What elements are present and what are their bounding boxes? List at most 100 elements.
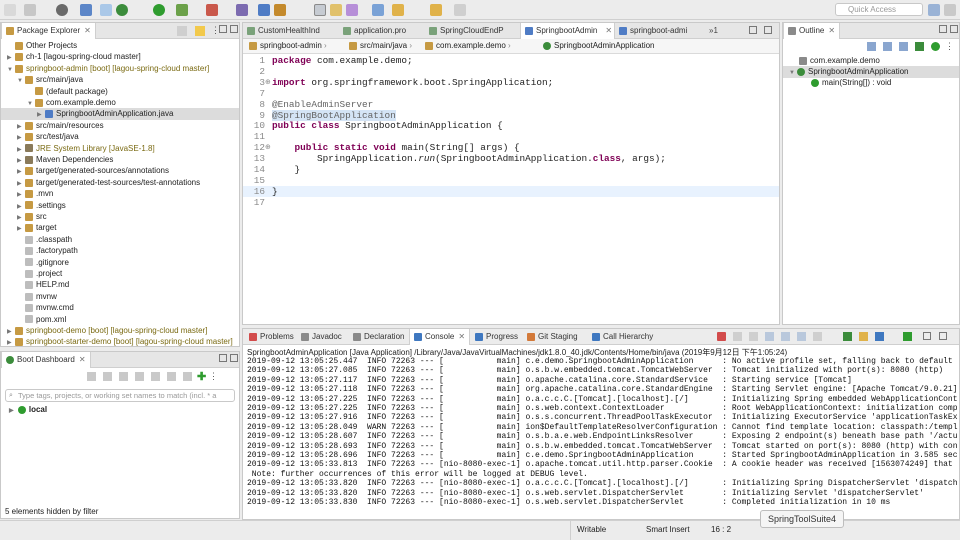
display-console-icon[interactable] bbox=[859, 332, 868, 341]
tree-item[interactable]: ▶ target/generated-test-sources/test-anno… bbox=[1, 177, 239, 189]
local-target[interactable]: ▶ local bbox=[9, 405, 47, 414]
breadcrumb-item[interactable]: SpringbootAdminApplication bbox=[543, 41, 655, 50]
tree-item[interactable]: ▶ src/main/resources bbox=[1, 120, 239, 132]
tree-item[interactable]: ▶ SpringbootAdminApplication.java bbox=[1, 108, 239, 120]
pin-console-icon[interactable] bbox=[843, 332, 852, 341]
code-area[interactable]: 1 package com.example.demo; 2 3 ⊕ import org.… bbox=[243, 54, 779, 324]
terminate-icon[interactable] bbox=[717, 332, 726, 341]
hide-non-public-icon[interactable] bbox=[931, 42, 940, 51]
minimize-icon[interactable] bbox=[219, 25, 227, 33]
close-icon[interactable]: ✕ bbox=[828, 26, 835, 35]
minimize-icon[interactable] bbox=[219, 354, 227, 362]
monitor-icon[interactable] bbox=[80, 4, 92, 16]
clear-console-icon[interactable] bbox=[765, 332, 774, 341]
tree-item[interactable]: HELP.md bbox=[1, 279, 239, 291]
toggle-block-selection-icon[interactable] bbox=[330, 4, 342, 16]
tree-item[interactable]: ▶ JRE System Library [JavaSE-1.8] bbox=[1, 143, 239, 155]
debug-icon[interactable] bbox=[116, 4, 128, 16]
remove-all-terminated-icon[interactable] bbox=[749, 332, 758, 341]
breadcrumb-item[interactable]: com.example.demo › bbox=[425, 41, 511, 50]
tree-item[interactable]: ▼ src/main/java bbox=[1, 74, 239, 86]
tab-package-explorer[interactable]: Package Explorer ✕ bbox=[1, 23, 96, 39]
edit-icon[interactable] bbox=[151, 372, 160, 381]
link-with-editor-icon[interactable] bbox=[195, 26, 205, 36]
tree-item[interactable]: Other Projects bbox=[1, 40, 239, 52]
tree-item[interactable]: pom.xml bbox=[1, 314, 239, 326]
tree-item[interactable]: ▶ src bbox=[1, 211, 239, 223]
new-class-icon[interactable] bbox=[258, 4, 270, 16]
view-menu-icon[interactable]: ⋮ bbox=[209, 371, 218, 382]
editor-tab[interactable]: SpringCloudEndP bbox=[425, 23, 520, 39]
tree-item[interactable]: ▶ Maven Dependencies bbox=[1, 154, 239, 166]
stop-icon[interactable] bbox=[119, 372, 128, 381]
tree-item[interactable]: ▼ springboot-admin [boot] [lagou-spring-c… bbox=[1, 63, 239, 75]
tree-item[interactable]: .factorypath bbox=[1, 245, 239, 257]
scroll-lock-icon[interactable] bbox=[781, 332, 790, 341]
maximize-icon[interactable] bbox=[950, 25, 958, 33]
new-package-icon[interactable] bbox=[236, 4, 248, 16]
console-tab[interactable]: Declaration bbox=[349, 329, 408, 345]
maximize-icon[interactable] bbox=[764, 26, 772, 34]
maximize-icon[interactable] bbox=[230, 25, 238, 33]
close-icon[interactable]: ✕ bbox=[84, 26, 91, 35]
debug-icon[interactable] bbox=[103, 372, 112, 381]
open-console-icon[interactable] bbox=[167, 372, 176, 381]
console-output[interactable]: 2019-09-12 13:05:25.447 INFO 72263 --- [… bbox=[243, 357, 959, 519]
hide-static-icon[interactable] bbox=[915, 42, 924, 51]
editor-tab[interactable]: springboot-admi bbox=[615, 23, 709, 39]
tree-item[interactable]: ▶ src/test/java bbox=[1, 131, 239, 143]
new-icon[interactable] bbox=[4, 4, 16, 16]
tree-item[interactable]: ▶ .mvn bbox=[1, 188, 239, 200]
view-menu-icon[interactable]: ⋮ bbox=[945, 41, 954, 52]
collapse-all-icon[interactable] bbox=[867, 42, 876, 51]
editor-tab[interactable]: CustomHealthInd bbox=[243, 23, 338, 39]
close-icon[interactable]: ✕ bbox=[605, 26, 612, 35]
tree-item[interactable]: ▼ com.example.demo bbox=[1, 97, 239, 109]
console-tab[interactable]: Console ✕ bbox=[409, 329, 471, 345]
external-tools-icon[interactable] bbox=[176, 4, 188, 16]
save-icon[interactable] bbox=[24, 4, 36, 16]
tree-item[interactable]: mvnw.cmd bbox=[1, 302, 239, 314]
expand-icon[interactable]: ▶ bbox=[9, 408, 14, 414]
open-config-icon[interactable] bbox=[183, 372, 192, 381]
minimize-icon[interactable] bbox=[923, 332, 931, 340]
new-java-project-icon[interactable] bbox=[206, 4, 218, 16]
new-console-icon[interactable] bbox=[903, 332, 912, 341]
debug-perspective-icon[interactable] bbox=[944, 4, 956, 16]
next-annotation-icon[interactable] bbox=[372, 4, 384, 16]
boot-dashboard-icon[interactable] bbox=[56, 4, 68, 16]
forward-icon[interactable] bbox=[454, 4, 466, 16]
tree-item[interactable]: .project bbox=[1, 268, 239, 280]
minimize-icon[interactable] bbox=[939, 25, 947, 33]
tree-item[interactable]: ▶ .settings bbox=[1, 200, 239, 212]
breadcrumb-item[interactable]: src/main/java › bbox=[349, 41, 412, 50]
tree-item[interactable]: (default package) bbox=[1, 86, 239, 98]
tree-item[interactable]: ▶ ch-1 [lagou-spring-cloud master] bbox=[1, 51, 239, 63]
console-tab[interactable]: Javadoc bbox=[297, 329, 346, 345]
word-wrap-icon[interactable] bbox=[797, 332, 806, 341]
terminal-icon[interactable] bbox=[100, 4, 112, 16]
console-tab[interactable]: Progress bbox=[471, 329, 522, 345]
console-tab[interactable]: Git Staging bbox=[523, 329, 582, 345]
toggle-mark-occurrences-icon[interactable] bbox=[314, 4, 326, 16]
breadcrumb-item[interactable]: springboot-admin › bbox=[249, 41, 327, 50]
open-web-browser-icon[interactable] bbox=[135, 372, 144, 381]
tab-outline[interactable]: Outline ✕ bbox=[783, 23, 841, 39]
start-icon[interactable] bbox=[87, 372, 96, 381]
minimize-icon[interactable] bbox=[749, 26, 757, 34]
remove-launch-icon[interactable] bbox=[733, 332, 742, 341]
add-target-icon[interactable]: ✚ bbox=[197, 370, 206, 383]
java-perspective-icon[interactable] bbox=[928, 4, 940, 16]
quick-access-input[interactable]: Quick Access bbox=[835, 3, 923, 16]
collapse-all-icon[interactable] bbox=[177, 26, 187, 36]
tab-overflow-indicator[interactable]: »1 bbox=[709, 26, 718, 35]
outline-item[interactable]: com.example.demo bbox=[783, 55, 959, 67]
console-tab[interactable]: Call Hierarchy bbox=[588, 329, 657, 345]
tree-item[interactable]: .gitignore bbox=[1, 257, 239, 269]
close-icon[interactable]: ✕ bbox=[458, 332, 465, 341]
expand-icon[interactable]: ▶ bbox=[7, 338, 15, 350]
outline-item[interactable]: main(String[]) : void bbox=[783, 77, 959, 89]
tree-item[interactable]: ▶ springboot-starter-demo [boot] [lagou-s… bbox=[1, 336, 239, 348]
back-icon[interactable] bbox=[430, 4, 442, 16]
open-console-icon[interactable] bbox=[875, 332, 884, 341]
